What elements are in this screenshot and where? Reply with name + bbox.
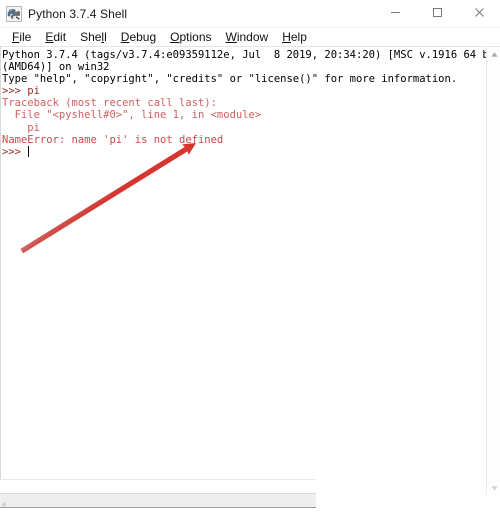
scroll-down-arrow-icon[interactable] [487,481,500,495]
maximize-icon [432,7,443,21]
menu-item-label: ebug [129,30,157,44]
shell-line: Type "help", "copyright", "credits" or "… [2,73,458,86]
menu-item-file[interactable]: File [5,29,38,45]
menu-item-label: indow [236,30,269,44]
menu-item-options[interactable]: Options [163,29,218,45]
shell-line: (AMD64)] on win32 [2,61,110,74]
menu-item-label: l [104,30,107,44]
shell-line: pi [2,121,40,134]
menu-bar: File Edit Shell Debug Options Window Hel… [0,28,500,47]
shell-prompt: >>> [2,145,28,158]
menu-item-edit[interactable]: Edit [38,29,73,45]
shell-line: Traceback (most recent call last): [2,97,217,110]
minimize-button[interactable] [374,0,416,27]
shell-text-content[interactable]: Python 3.7.4 (tags/v3.7.4:e09359112e, Ju… [2,49,500,158]
shell-prompt-line[interactable]: >>> [2,145,486,158]
shell-line: File "<pyshell#0>", line 1, in <module> [2,109,262,122]
scroll-up-arrow-icon[interactable] [487,47,500,61]
shell-line: NameError: name 'pi' is not defined [2,133,224,146]
shell-output-area[interactable]: Python 3.7.4 (tags/v3.7.4:e09359112e, Ju… [0,47,500,495]
menu-item-window[interactable]: Window [219,29,276,45]
minimize-icon [390,7,401,21]
vertical-scrollbar[interactable] [486,47,500,495]
close-button[interactable] [458,0,500,27]
close-icon [474,7,485,21]
maximize-button[interactable] [416,0,458,27]
horizontal-scrollbar[interactable] [0,493,316,508]
horizontal-scrollbar-thumb[interactable] [1,495,314,506]
text-area-left-border [0,46,1,493]
text-area-bottom-spacer [0,479,316,494]
scroll-left-arrow-icon[interactable] [1,495,11,508]
menu-item-label: ptions [179,30,212,44]
python-shell-window: Python 3.7.4 Shell File Edit Shell Debug… [0,0,500,511]
menu-item-label: dit [53,30,67,44]
shell-line: >>> pi [2,85,40,98]
menu-item-label: ile [19,30,32,44]
shell-line: Python 3.7.4 (tags/v3.7.4:e09359112e, Ju… [2,49,500,61]
menu-item-help[interactable]: Help [275,29,314,45]
title-bar: Python 3.7.4 Shell [0,0,500,28]
window-title: Python 3.7.4 Shell [28,6,128,21]
menu-item-label: elp [290,30,307,44]
window-controls [374,0,500,27]
text-cursor [28,145,30,157]
menu-item-debug[interactable]: Debug [114,29,163,45]
python-idle-icon [6,5,22,22]
menu-item-shell[interactable]: Shell [73,29,114,45]
